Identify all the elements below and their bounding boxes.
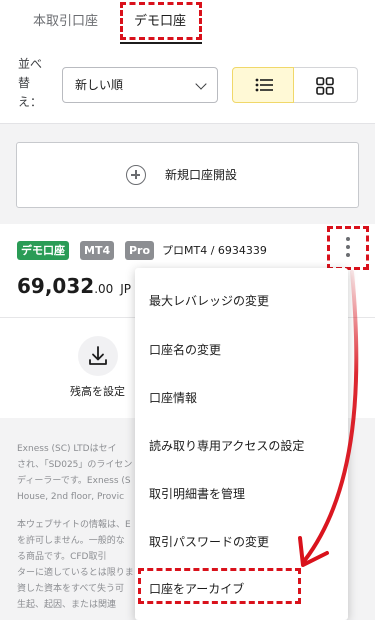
account-balance: 69,032.00 JP [17, 274, 131, 298]
download-icon [89, 346, 107, 365]
chevron-down-icon [195, 78, 207, 90]
footer-gap [17, 505, 137, 517]
set-balance-button[interactable] [78, 336, 118, 376]
tab-live-accounts[interactable]: 本取引口座 [33, 10, 98, 29]
grid-view-toggle[interactable] [294, 67, 358, 103]
tier-badge: Pro [125, 241, 155, 260]
footer-line: 生起、起因、または関連 [17, 600, 117, 610]
balance-decimal: .00 [94, 282, 114, 296]
demo-badge: デモ口座 [17, 241, 69, 260]
footer-line: 本ウェブサイトの情報は、E [17, 520, 131, 530]
balance-currency: JP [120, 282, 132, 296]
sort-select[interactable]: 新しい順 [62, 67, 218, 103]
footer-line: Exness (SC) LTDはセイ [17, 444, 117, 454]
active-tab-indicator [120, 42, 202, 44]
menu-item-account-info[interactable]: 口座情報 [149, 389, 197, 406]
balance-integer: 69,032 [17, 274, 95, 298]
platform-badge: MT4 [80, 241, 115, 260]
set-balance-label: 残高を設定 [70, 385, 125, 398]
menu-item-statements[interactable]: 取引明細書を管理 [149, 485, 245, 502]
menu-item-change-leverage[interactable]: 最大レバレッジの変更 [149, 292, 269, 309]
open-new-account-label: 新規口座開設 [165, 168, 238, 182]
sort-label: 並べ替え： [18, 57, 43, 109]
footer-line: を許可しません。一般的な [17, 536, 125, 546]
menu-item-readonly-access[interactable]: 読み取り専用アクセスの設定 [149, 437, 304, 454]
account-name: プロMT4 / 6934339 [162, 244, 267, 257]
sort-select-value: 新しい順 [75, 78, 124, 92]
demo-tab-highlight [120, 2, 202, 40]
legal-footer: Exness (SC) LTDはセイ され、「SD025」のライセン ディーラー… [17, 441, 137, 613]
footer-line: ターに適しているとは限りま [17, 568, 134, 578]
kebab-highlight [327, 226, 369, 270]
open-new-account-button[interactable]: 新規口座開設 [16, 142, 359, 208]
list-view-toggle[interactable] [232, 67, 294, 103]
footer-line: る商品です。CFD取引 [17, 552, 107, 562]
list-view-icon [255, 78, 273, 92]
footer-line: され、「SD025」のライセン [17, 460, 133, 470]
menu-item-change-password[interactable]: 取引パスワードの変更 [149, 533, 269, 550]
grid-view-icon [316, 77, 334, 95]
archive-highlight [138, 568, 301, 604]
footer-line: House, 2nd floor, Provic [17, 492, 125, 502]
menu-item-rename-account[interactable]: 口座名の変更 [149, 341, 221, 358]
footer-line: 資した資本をすべて失う可 [17, 584, 125, 594]
footer-line: ディーラーです。Exness (S [17, 476, 131, 486]
plus-circle-icon [126, 165, 146, 185]
